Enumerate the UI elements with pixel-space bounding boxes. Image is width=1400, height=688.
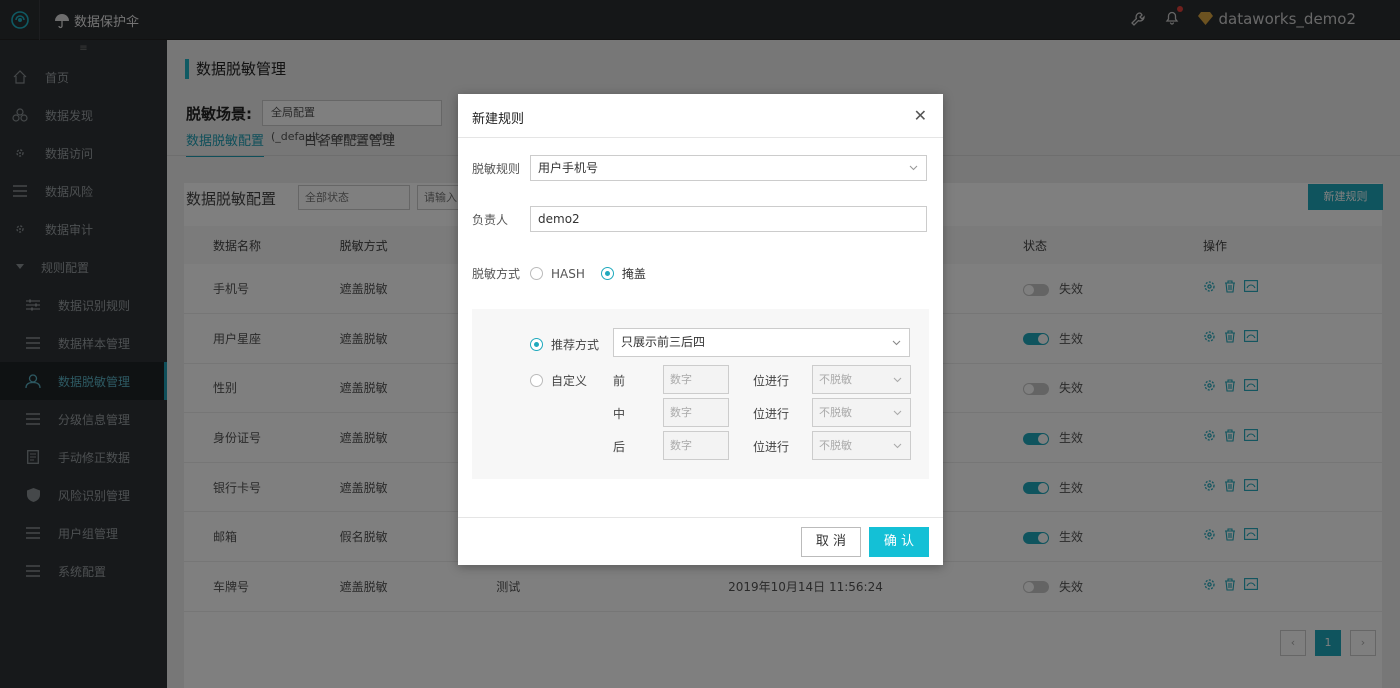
new-rule-dialog: 新建规则 ✕ 脱敏规则 用户手机号 负责人 demo2 脱敏方式 HASH 掩盖… xyxy=(458,94,943,565)
owner-input[interactable]: demo2 xyxy=(530,206,927,232)
rule-select-value: 用户手机号 xyxy=(538,161,599,175)
radio-recommend xyxy=(530,338,543,351)
front-mask-value: 不脱敏 xyxy=(819,373,852,386)
front-number-input[interactable]: 数字 xyxy=(663,365,729,394)
chevron-down-icon xyxy=(893,377,902,383)
owner-label: 负责人 xyxy=(472,212,509,227)
dialog-title: 新建规则 xyxy=(472,112,525,127)
radio-mask-label: 掩盖 xyxy=(621,267,646,281)
method-option-hash[interactable]: HASH xyxy=(530,267,585,281)
middle-unit-label: 位进行 xyxy=(753,407,790,421)
radio-mask xyxy=(600,267,614,280)
recommend-select[interactable]: 只展示前三后四 xyxy=(613,328,910,357)
recommend-label: 推荐方式 xyxy=(551,338,600,352)
back-mask-select[interactable]: 不脱敏 xyxy=(812,431,911,460)
confirm-button[interactable]: 确 认 xyxy=(869,527,929,557)
close-icon[interactable]: ✕ xyxy=(914,106,927,125)
front-unit-label: 位进行 xyxy=(753,374,790,388)
rule-select[interactable]: 用户手机号 xyxy=(530,155,927,181)
custom-option[interactable]: 自定义 xyxy=(530,372,587,389)
mask-settings-panel: 推荐方式 只展示前三后四 自定义 前 数字 位进行 不脱敏 中 数字 位进行 不… xyxy=(472,309,929,479)
back-unit-label: 位进行 xyxy=(753,440,790,454)
chevron-down-icon xyxy=(893,443,902,449)
back-number-input[interactable]: 数字 xyxy=(663,431,729,460)
rule-row: 脱敏规则 用户手机号 xyxy=(472,155,927,181)
owner-row: 负责人 demo2 xyxy=(472,206,927,232)
rule-label: 脱敏规则 xyxy=(472,161,521,176)
middle-number-input[interactable]: 数字 xyxy=(663,398,729,427)
middle-mask-select[interactable]: 不脱敏 xyxy=(812,398,911,427)
front-mask-select[interactable]: 不脱敏 xyxy=(812,365,911,394)
recommend-option[interactable]: 推荐方式 xyxy=(530,336,599,353)
method-label: 脱敏方式 xyxy=(472,267,521,281)
recommend-select-value: 只展示前三后四 xyxy=(621,335,706,349)
method-row: 脱敏方式 HASH 掩盖 xyxy=(472,265,646,282)
custom-label: 自定义 xyxy=(551,374,588,388)
radio-hash-label: HASH xyxy=(551,266,585,281)
chevron-down-icon xyxy=(909,165,918,171)
method-option-mask[interactable]: 掩盖 xyxy=(600,265,646,282)
position-back-label: 后 xyxy=(613,440,626,454)
cancel-button[interactable]: 取 消 xyxy=(801,527,861,557)
dialog-header: 新建规则 ✕ xyxy=(458,94,943,138)
back-mask-value: 不脱敏 xyxy=(819,439,852,452)
chevron-down-icon xyxy=(892,340,901,346)
position-middle-label: 中 xyxy=(613,407,626,421)
position-front-label: 前 xyxy=(613,374,626,388)
dialog-footer: 取 消 确 认 xyxy=(458,517,943,565)
middle-mask-value: 不脱敏 xyxy=(819,406,852,419)
chevron-down-icon xyxy=(893,410,902,416)
radio-custom xyxy=(530,374,543,387)
radio-hash xyxy=(530,267,543,280)
